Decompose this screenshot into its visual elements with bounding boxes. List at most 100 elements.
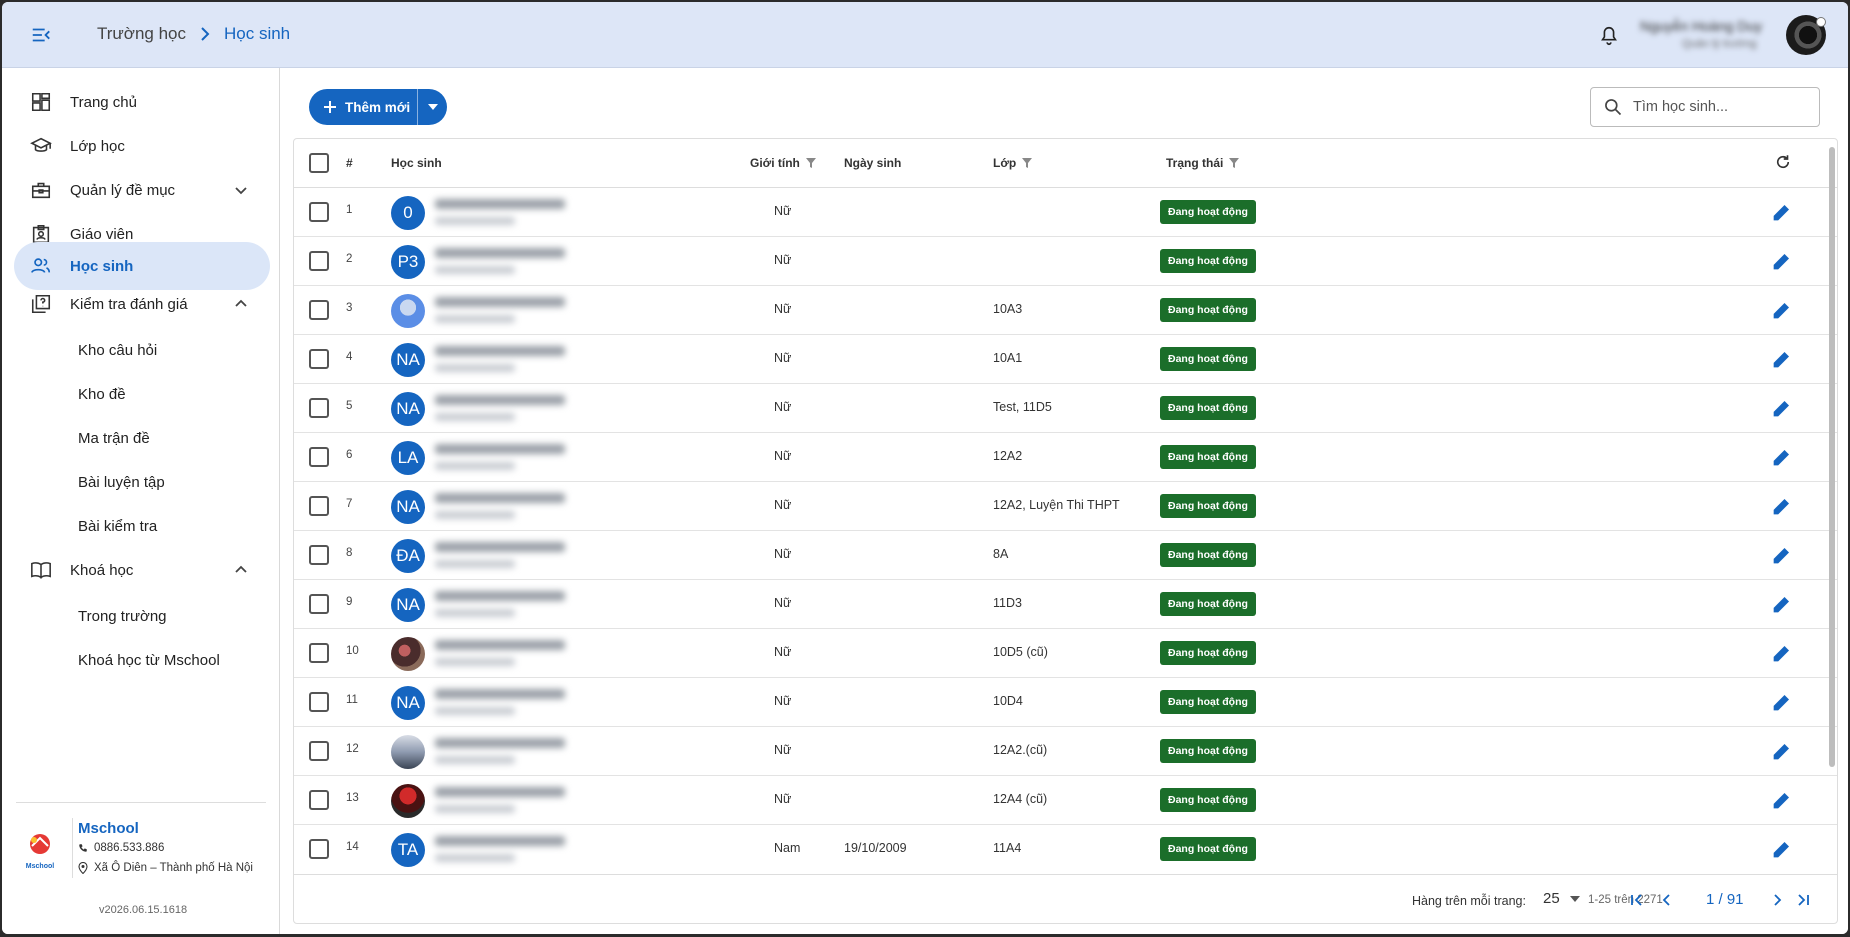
student-name-blurred[interactable]: [435, 636, 585, 670]
sidebar-item-assessment[interactable]: Kiểm tra đánh giá: [14, 280, 270, 328]
student-name-blurred[interactable]: [435, 391, 585, 425]
student-class: 10A1: [993, 351, 1023, 365]
sidebar-item-category[interactable]: Quản lý đề mục: [14, 166, 270, 214]
table-row[interactable]: 13 Nữ 12A4 (cũ) Đang hoạt động: [294, 776, 1837, 825]
table-row[interactable]: 12 Nữ 12A2.(cũ) Đang hoạt động: [294, 727, 1837, 776]
row-checkbox[interactable]: [309, 692, 329, 712]
student-avatar: LA: [391, 441, 425, 475]
add-new-button[interactable]: Thêm mới: [309, 89, 417, 125]
breadcrumb-school[interactable]: Trường học: [97, 24, 186, 44]
row-checkbox[interactable]: [309, 790, 329, 810]
add-options-dropdown[interactable]: [418, 89, 447, 125]
column-header-dob[interactable]: Ngày sinh: [844, 156, 901, 170]
status-badge: Đang hoạt động: [1160, 592, 1256, 616]
filter-icon[interactable]: [1022, 158, 1033, 168]
edit-pencil-icon[interactable]: [1772, 300, 1792, 320]
student-name-blurred[interactable]: [435, 538, 585, 572]
first-page-icon[interactable]: [1628, 891, 1646, 909]
row-checkbox[interactable]: [309, 496, 329, 516]
student-name-blurred[interactable]: [435, 685, 585, 719]
student-name-blurred[interactable]: [435, 734, 585, 768]
row-checkbox[interactable]: [309, 202, 329, 222]
refresh-icon[interactable]: [1774, 153, 1792, 171]
table-row[interactable]: 4 NA Nữ 10A1 Đang hoạt động: [294, 335, 1837, 384]
sidebar-item-home[interactable]: Trang chủ: [14, 78, 270, 126]
student-name-blurred[interactable]: [435, 489, 585, 523]
column-header-status[interactable]: Trạng thái: [1166, 156, 1240, 170]
table-row[interactable]: 10 Nữ 10D5 (cũ) Đang hoạt động: [294, 629, 1837, 678]
student-name-blurred[interactable]: [435, 342, 585, 376]
student-class: 11A4: [993, 841, 1022, 855]
sidebar-subitem-tests[interactable]: Bài kiểm tra: [14, 504, 270, 548]
edit-pencil-icon[interactable]: [1772, 692, 1792, 712]
row-checkbox[interactable]: [309, 447, 329, 467]
rows-per-page-select[interactable]: 25: [1543, 890, 1580, 907]
sidebar-subitem-label: Khoá học từ Mschool: [78, 651, 220, 669]
student-name-blurred[interactable]: [435, 832, 585, 866]
notification-bell-icon[interactable]: [1598, 25, 1620, 47]
row-checkbox[interactable]: [309, 398, 329, 418]
sidebar-item-classes[interactable]: Lớp học: [14, 122, 270, 170]
table-row[interactable]: 11 NA Nữ 10D4 Đang hoạt động: [294, 678, 1837, 727]
row-checkbox[interactable]: [309, 300, 329, 320]
next-page-icon[interactable]: [1768, 891, 1786, 909]
edit-pencil-icon[interactable]: [1772, 643, 1792, 663]
sidebar-subitem-question-bank[interactable]: Kho câu hỏi: [14, 328, 270, 372]
edit-pencil-icon[interactable]: [1772, 790, 1792, 810]
row-checkbox[interactable]: [309, 349, 329, 369]
search-input[interactable]: [1633, 99, 1813, 115]
sidebar-subitem-practice[interactable]: Bài luyện tập: [14, 460, 270, 504]
select-all-checkbox[interactable]: [309, 153, 329, 173]
filter-icon[interactable]: [805, 158, 816, 168]
menu-collapse-icon[interactable]: [30, 24, 52, 46]
student-avatar: [391, 784, 425, 818]
table-row[interactable]: 14 TA Nam 19/10/2009 11A4 Đang hoạt động: [294, 825, 1837, 873]
table-row[interactable]: 1 0 Nữ Đang hoạt động: [294, 188, 1837, 237]
student-name-blurred[interactable]: [435, 783, 585, 817]
student-class: Test, 11D5: [993, 400, 1052, 414]
edit-pencil-icon[interactable]: [1772, 447, 1792, 467]
sidebar-subitem-exam-bank[interactable]: Kho đề: [14, 372, 270, 416]
sidebar-subitem-mschool-courses[interactable]: Khoá học từ Mschool: [14, 638, 270, 682]
sidebar-item-label: Trang chủ: [70, 93, 137, 111]
row-checkbox[interactable]: [309, 594, 329, 614]
edit-pencil-icon[interactable]: [1772, 251, 1792, 271]
table-row[interactable]: 8 ĐA Nữ 8A Đang hoạt động: [294, 531, 1837, 580]
last-page-icon[interactable]: [1794, 891, 1812, 909]
filter-icon[interactable]: [1229, 158, 1240, 168]
column-header-student[interactable]: Học sinh: [391, 156, 442, 170]
edit-pencil-icon[interactable]: [1772, 202, 1792, 222]
table-row[interactable]: 6 LA Nữ 12A2 Đang hoạt động: [294, 433, 1837, 482]
student-name-blurred[interactable]: [435, 244, 585, 278]
previous-page-icon[interactable]: [1658, 891, 1676, 909]
row-checkbox[interactable]: [309, 643, 329, 663]
student-name-blurred[interactable]: [435, 440, 585, 474]
row-checkbox[interactable]: [309, 741, 329, 761]
edit-pencil-icon[interactable]: [1772, 349, 1792, 369]
sidebar-subitem-matrix[interactable]: Ma trận đề: [14, 416, 270, 460]
sidebar-subitem-in-school[interactable]: Trong trường: [14, 594, 270, 638]
column-header-gender[interactable]: Giới tính: [750, 156, 816, 170]
edit-pencil-icon[interactable]: [1772, 545, 1792, 565]
edit-pencil-icon[interactable]: [1772, 496, 1792, 516]
user-avatar[interactable]: [1786, 15, 1826, 55]
row-checkbox[interactable]: [309, 839, 329, 859]
student-name-blurred[interactable]: [435, 195, 585, 229]
edit-pencil-icon[interactable]: [1772, 741, 1792, 761]
student-name-blurred[interactable]: [435, 293, 585, 327]
table-row[interactable]: 2 P3 Nữ Đang hoạt động: [294, 237, 1837, 286]
row-checkbox[interactable]: [309, 251, 329, 271]
table-row[interactable]: 3 Nữ 10A3 Đang hoạt động: [294, 286, 1837, 335]
row-checkbox[interactable]: [309, 545, 329, 565]
user-name[interactable]: Nguyễn Hoàng Duy: [1640, 18, 1770, 34]
column-header-class[interactable]: Lớp: [993, 156, 1033, 170]
table-scrollbar[interactable]: [1829, 147, 1835, 767]
table-row[interactable]: 9 NA Nữ 11D3 Đang hoạt động: [294, 580, 1837, 629]
table-row[interactable]: 5 NA Nữ Test, 11D5 Đang hoạt động: [294, 384, 1837, 433]
edit-pencil-icon[interactable]: [1772, 839, 1792, 859]
table-row[interactable]: 7 NA Nữ 12A2, Luyện Thi THPT Đang hoạt động: [294, 482, 1837, 531]
edit-pencil-icon[interactable]: [1772, 398, 1792, 418]
edit-pencil-icon[interactable]: [1772, 594, 1792, 614]
sidebar-item-courses[interactable]: Khoá học: [14, 546, 270, 594]
student-name-blurred[interactable]: [435, 587, 585, 621]
